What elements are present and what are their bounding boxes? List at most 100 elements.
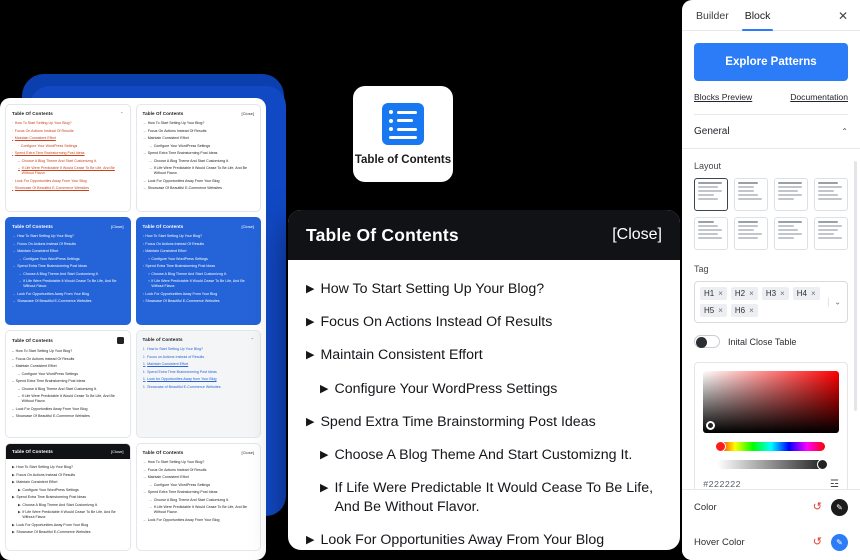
layout-option-4[interactable] (814, 178, 848, 211)
alpha-handle[interactable] (817, 459, 828, 470)
color-swatch-button[interactable]: ✎ (831, 499, 848, 516)
toc-item[interactable]: ▶ Look For Opportunities Away From Your … (306, 531, 662, 550)
hue-handle[interactable] (715, 441, 726, 452)
sliders-icon[interactable]: ☲ (830, 479, 839, 489)
chevron-down-icon[interactable]: ⌄ (828, 297, 841, 307)
tag-chip-h5[interactable]: H5 × (700, 304, 727, 317)
toc-item[interactable]: ▶ If Life Were Predictable It Would Ceas… (306, 479, 662, 517)
list-item: → Showcase Of Beautiful E-Commerce Websit… (12, 299, 92, 304)
table-of-contents-block-card[interactable]: Table of Contents (353, 86, 453, 182)
toc-item[interactable]: ▶ Maintain Consistent Effort (306, 346, 662, 365)
toc-item-label: If Life Were Predictable It Would Cease … (334, 480, 654, 516)
thumbnail-card[interactable]: Table Of Contents [Close] → How To Start … (135, 443, 261, 551)
list-item: 5. Look for Opportunities Away from Your … (142, 377, 217, 382)
list-item: ▪ Look For Opportunities Away From Your B… (142, 291, 218, 296)
explore-patterns-button[interactable]: Explore Patterns (694, 43, 848, 81)
tab-block[interactable]: Block (741, 10, 774, 31)
scrollbar[interactable] (854, 161, 857, 411)
thumb-close-label[interactable]: [Close] (111, 449, 123, 454)
section-title: General (694, 126, 730, 137)
list-item: ▶ Look For Opportunities Away From Your B… (12, 522, 89, 527)
toc-item[interactable]: ▶ Focus On Actions Instead Of Results (306, 313, 662, 332)
toc-item[interactable]: ▶ How To Start Setting Up Your Blog? (306, 280, 662, 299)
tag-chip-h2[interactable]: H2 × (730, 287, 758, 300)
list-item: ▶ Showcase Of Beautiful E-Commerce Websit… (12, 530, 91, 535)
list-item: ▶ Configure Your WordPress Settings (18, 487, 79, 492)
sv-handle[interactable] (706, 421, 715, 430)
remove-icon[interactable]: × (749, 289, 754, 298)
toc-item[interactable]: ▶ Choose A Blog Theme And Start Customiz… (306, 446, 662, 465)
layout-option-3[interactable] (774, 178, 808, 211)
thumb-close-label[interactable]: [Close] (242, 111, 254, 116)
reset-icon[interactable]: ↺ (813, 537, 822, 548)
list-item: ▪ How To Start Setting Up Your Blog? (142, 234, 203, 238)
blocks-preview-link[interactable]: Blocks Preview (694, 92, 752, 102)
initial-close-table-toggle[interactable] (694, 335, 720, 348)
tag-chip-h1[interactable]: H1 × (700, 287, 727, 300)
remove-icon[interactable]: × (780, 289, 785, 298)
toc-item[interactable]: ▶ Spend Extra Time Brainstorming Post Id… (306, 413, 662, 432)
tag-chip-h3[interactable]: H3 × (761, 287, 789, 300)
tag-multiselect[interactable]: H1 × H2 × H3 × H4 × H5 × H6 × ⌄ (694, 281, 848, 323)
section-general-header[interactable]: General ⌃ (682, 115, 860, 149)
toc-item[interactable]: ▶ Configure Your WordPress Settings (306, 380, 662, 399)
list-item: 6. Showcase of Beautiful E-Commerce Websi… (142, 384, 221, 389)
tag-chip-h4[interactable]: H4 × (792, 287, 820, 300)
thumbnail-card[interactable]: Table Of Contents [Close] → How To Start … (5, 217, 131, 325)
thumb-list: → How To Start Setting Up Your Blog? → Foc… (143, 121, 255, 191)
thumb-title: Table Of Contents (142, 224, 184, 229)
layout-option-6[interactable] (734, 217, 768, 250)
thumb-header: Table of Contents ⌃ (143, 337, 255, 342)
thumb-close-label[interactable]: [Close] (242, 450, 254, 455)
page-title: Table Of Contents (306, 224, 459, 245)
thumbnail-card[interactable]: Table of Contents ⌃ 1. How to Start Setti… (135, 330, 261, 438)
initial-close-table-label: Inital Close Table (728, 336, 797, 347)
hex-value[interactable]: #222222 (703, 480, 741, 490)
list-item: → Spend Extra Time Brainstorming Post Ide… (12, 264, 87, 269)
layout-option-1[interactable] (694, 178, 728, 211)
layout-option-7[interactable] (774, 217, 808, 250)
thumbnail-card[interactable]: Table Of Contents [Close] → How To Start … (135, 104, 261, 212)
remove-icon[interactable]: × (718, 289, 723, 298)
settings-sidebar: Builder Block ✕ Explore Patterns Blocks … (682, 0, 860, 560)
layout-option-2[interactable] (734, 178, 768, 211)
thumb-list: 1. How to Start Setting Up Your Blog? 2. F… (143, 347, 255, 389)
hover-color-swatch-button[interactable]: ✎ (831, 534, 848, 551)
arrow-right-icon: ▶ (320, 448, 329, 461)
thumbnail-card[interactable]: Table Of Contents [Close] ▶ How To Start … (5, 443, 131, 551)
thumbnail-card[interactable]: Table Of Contents – How To Start Setting … (5, 330, 131, 438)
remove-icon[interactable]: × (749, 306, 754, 315)
list-item: → Choose A Blog Theme And Start Customizn… (148, 497, 230, 502)
reset-icon[interactable]: ↺ (813, 502, 822, 513)
toc-close-button[interactable]: [Close] (612, 226, 662, 244)
list-item: → Maintain Consistent Effort (142, 136, 189, 141)
alpha-slider[interactable] (717, 459, 828, 470)
thumb-close-label[interactable]: [Close] (242, 224, 254, 229)
thumbnail-card[interactable]: Table Of Contents [Close] ▪ How To Start … (135, 217, 261, 325)
list-item: – Maintain Consistent Effort (12, 364, 57, 369)
remove-icon[interactable]: × (718, 306, 723, 315)
list-item: – Choose A Blog Theme And Start Customizn… (18, 386, 98, 391)
list-item: ▶ How To Start Setting Up Your Blog? (12, 465, 74, 469)
thumb-title: Table Of Contents (142, 450, 184, 455)
list-item: – Configure Your WordPress Settings (18, 371, 79, 376)
thumb-title: Table Of Contents (12, 449, 53, 454)
saturation-value-area[interactable] (703, 371, 839, 433)
toc-item-label: Focus On Actions Instead Of Results (320, 314, 553, 331)
thumb-close-label[interactable]: [Close] (111, 224, 123, 229)
list-item: ▶ Maintain Consistent Effort (12, 480, 58, 485)
tab-builder[interactable]: Builder (696, 10, 729, 30)
tag-chip-h6[interactable]: H6 × (730, 304, 758, 317)
sidebar-bottom-rows: Color ↺ ✎ Hover Color ↺ ✎ (682, 489, 860, 560)
collapse-square-icon[interactable] (116, 337, 124, 344)
layout-option-8[interactable] (814, 217, 848, 250)
documentation-link[interactable]: Documentation (790, 92, 848, 102)
remove-icon[interactable]: × (811, 289, 816, 298)
thumb-header: Table Of Contents ⌃ (12, 111, 124, 116)
close-icon[interactable]: ✕ (838, 10, 848, 30)
toc-preview-panel: Table Of Contents [Close] ▶ How To Start… (288, 210, 680, 550)
layout-option-5[interactable] (694, 217, 728, 250)
hue-slider[interactable] (715, 441, 825, 452)
hover-color-row: Hover Color ↺ ✎ (682, 525, 860, 560)
thumbnail-card[interactable]: Table Of Contents ⌃ · How To Start Settin… (5, 104, 131, 212)
